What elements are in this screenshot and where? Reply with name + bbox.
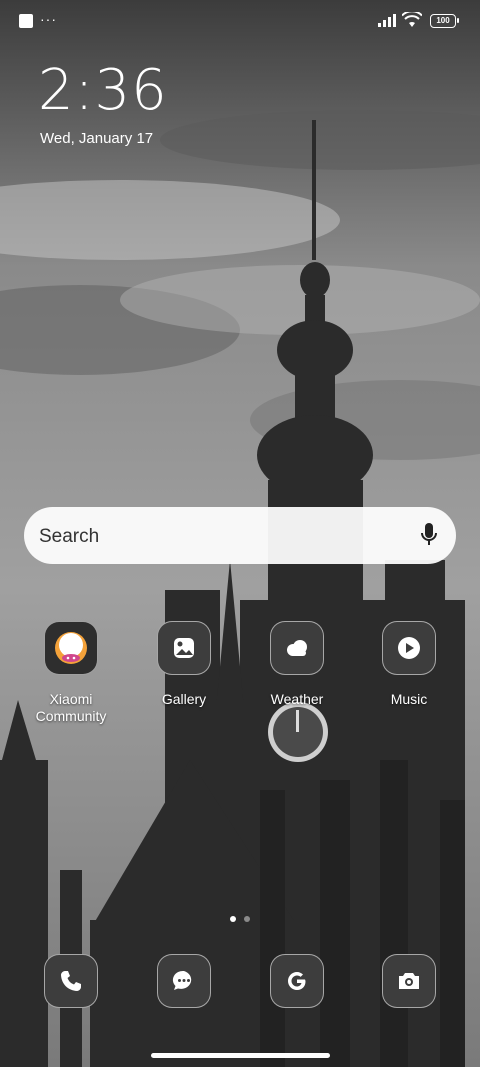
app-xiaomi-community[interactable]: Xiaomi Community: [23, 621, 119, 725]
page-dot: [244, 916, 250, 922]
messages-icon: [157, 954, 211, 1008]
notification-icon: [19, 14, 33, 28]
wifi-icon: [402, 12, 422, 27]
mic-icon[interactable]: [420, 522, 438, 548]
phone-icon: [44, 954, 98, 1008]
google-icon: [270, 954, 324, 1008]
signal-icon: [378, 14, 396, 27]
app-gallery[interactable]: Gallery: [136, 621, 232, 708]
clock-date[interactable]: Wed, January 17: [40, 130, 153, 147]
dock-google[interactable]: [249, 954, 345, 1008]
dock-phone[interactable]: [23, 954, 119, 1008]
more-notifications-icon: ···: [40, 11, 57, 27]
dock-messages[interactable]: [136, 954, 232, 1008]
home-indicator[interactable]: [151, 1053, 330, 1058]
app-label: Music: [390, 691, 428, 707]
app-label: Gallery: [161, 691, 207, 707]
app-weather[interactable]: Weather: [249, 621, 345, 708]
clock-time[interactable]: 2:36: [38, 58, 168, 123]
xiaomi-community-icon: [44, 621, 98, 675]
battery-icon: 100: [430, 14, 459, 28]
app-music[interactable]: Music: [361, 621, 457, 708]
weather-icon: [270, 621, 324, 675]
music-icon: [382, 621, 436, 675]
camera-icon: [382, 954, 436, 1008]
dock-camera[interactable]: [361, 954, 457, 1008]
page-dot-active: [230, 916, 236, 922]
app-label: Weather: [270, 691, 324, 707]
app-label: Xiaomi Community: [35, 691, 107, 724]
page-indicator: [230, 909, 258, 927]
search-bar[interactable]: Search: [24, 507, 456, 564]
status-bar: ··· 100: [0, 0, 480, 42]
search-placeholder: Search: [39, 526, 100, 547]
gallery-icon: [157, 621, 211, 675]
